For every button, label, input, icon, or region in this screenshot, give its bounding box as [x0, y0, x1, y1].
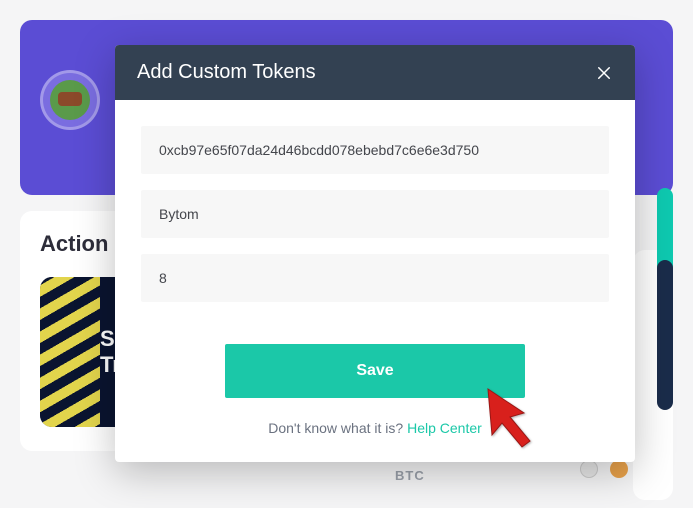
close-button[interactable] — [595, 64, 613, 82]
avatar — [40, 70, 100, 130]
coin-dot-1 — [580, 460, 598, 478]
stripe-decoration — [40, 277, 100, 427]
help-center-link[interactable]: Help Center — [407, 420, 482, 436]
close-icon — [595, 64, 613, 82]
modal-body: Save Don't know what it is? Help Center — [115, 100, 635, 462]
save-button[interactable]: Save — [225, 344, 525, 398]
help-row: Don't know what it is? Help Center — [141, 420, 609, 436]
token-address-input[interactable] — [141, 126, 609, 174]
modal-header: Add Custom Tokens — [115, 45, 635, 100]
btc-label: BTC — [395, 468, 425, 483]
add-token-modal: Add Custom Tokens Save Don't know what i… — [115, 45, 635, 462]
help-prefix: Don't know what it is? — [268, 420, 407, 436]
coin-dot-2 — [610, 460, 628, 478]
dark-card — [657, 260, 673, 410]
token-decimals-input[interactable] — [141, 254, 609, 302]
token-name-input[interactable] — [141, 190, 609, 238]
modal-title: Add Custom Tokens — [137, 61, 316, 84]
